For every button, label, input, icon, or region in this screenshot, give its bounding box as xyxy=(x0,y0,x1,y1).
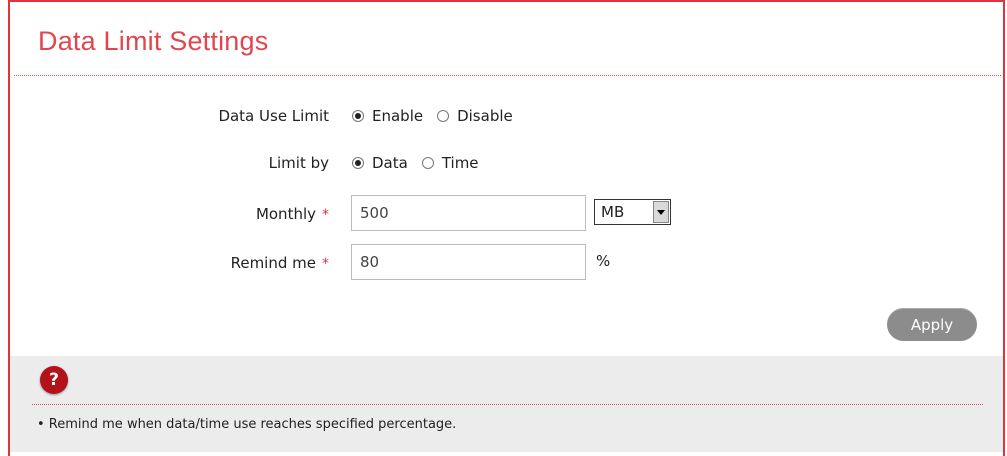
disable-radio-option[interactable]: Disable xyxy=(437,107,513,125)
percent-unit: % xyxy=(596,252,611,270)
time-radio-option[interactable]: Time xyxy=(421,154,479,172)
data-radio-option[interactable]: Data xyxy=(352,154,408,172)
question-icon: ? xyxy=(40,366,68,394)
monthly-input[interactable]: 500 xyxy=(351,195,586,231)
monthly-label-text: Monthly xyxy=(255,205,316,223)
disable-radio-label: Disable xyxy=(457,107,513,125)
data-use-limit-label: Data Use Limit xyxy=(218,107,329,125)
data-use-limit-row: Data Use Limit Enable Disable xyxy=(10,101,1003,135)
time-radio[interactable] xyxy=(421,157,434,169)
page-title: Data Limit Settings xyxy=(38,26,269,56)
help-text: • Remind me when data/time use reaches s… xyxy=(37,417,457,432)
enable-radio-option[interactable]: Enable xyxy=(352,107,423,125)
data-use-limit-radio-group: Enable Disable xyxy=(352,107,527,125)
data-radio-label: Data xyxy=(372,154,408,172)
enable-radio[interactable] xyxy=(352,110,364,122)
remind-me-label: Remind me * xyxy=(231,254,329,272)
monthly-unit-select[interactable]: MB xyxy=(594,199,671,225)
monthly-unit-value: MB xyxy=(601,203,625,221)
limit-by-label: Limit by xyxy=(268,154,329,172)
help-panel: ? • Remind me when data/time use reaches… xyxy=(10,356,1003,452)
settings-panel: Data Limit Settings Data Use Limit Enabl… xyxy=(8,0,1005,456)
limit-by-radio-group: Data Time xyxy=(352,154,493,172)
enable-radio-label: Enable xyxy=(372,107,424,125)
apply-button[interactable]: Apply xyxy=(887,308,977,341)
title-divider xyxy=(14,75,1001,76)
chevron-down-icon[interactable] xyxy=(653,201,669,223)
help-divider xyxy=(32,404,983,405)
required-asterisk: * xyxy=(322,207,329,223)
disable-radio[interactable] xyxy=(437,110,450,122)
remind-me-row: Remind me * 80 % xyxy=(10,244,1003,280)
remind-me-label-text: Remind me xyxy=(230,254,316,272)
data-radio[interactable] xyxy=(352,157,364,169)
required-asterisk: * xyxy=(322,256,329,272)
time-radio-label: Time xyxy=(441,154,479,172)
monthly-row: Monthly * 500 MB xyxy=(10,195,1003,231)
limit-by-row: Limit by Data Time xyxy=(10,148,1003,182)
remind-me-input[interactable]: 80 xyxy=(351,244,586,280)
monthly-label: Monthly * xyxy=(256,205,329,223)
